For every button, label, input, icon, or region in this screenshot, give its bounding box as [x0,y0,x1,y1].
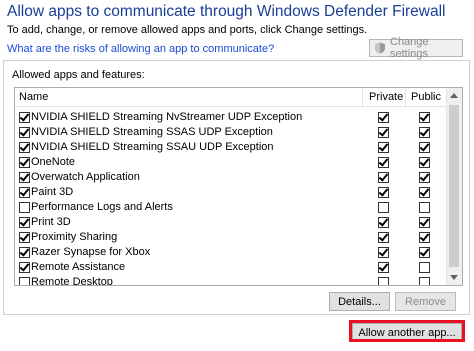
column-header-private[interactable]: Private [369,91,403,103]
private-checkbox[interactable] [378,127,389,138]
table-row[interactable]: NVIDIA SHIELD Streaming NvStreamer UDP E… [15,110,448,125]
table-row[interactable]: NVIDIA SHIELD Streaming SSAU UDP Excepti… [15,140,448,155]
public-checkbox[interactable] [419,202,430,213]
enabled-checkbox[interactable] [19,217,30,228]
app-name: Overwatch Application [31,171,140,183]
private-checkbox[interactable] [378,172,389,183]
public-checkbox[interactable] [419,142,430,153]
public-checkbox[interactable] [419,217,430,228]
page-title: Allow apps to communicate through Window… [7,3,446,20]
table-row[interactable]: Remote Desktop [15,275,448,286]
app-name: Paint 3D [31,186,74,198]
enabled-checkbox[interactable] [19,277,30,285]
table-row[interactable]: Proximity Sharing [15,230,448,245]
public-checkbox[interactable] [419,232,430,243]
table-row[interactable]: OneNote [15,155,448,170]
column-header-name[interactable]: Name [19,91,48,103]
remove-button[interactable]: Remove [395,292,456,311]
private-checkbox[interactable] [378,187,389,198]
enabled-checkbox[interactable] [19,187,30,198]
private-checkbox[interactable] [378,232,389,243]
app-name: NVIDIA SHIELD Streaming NvStreamer UDP E… [31,111,303,123]
allowed-apps-label: Allowed apps and features: [12,69,145,81]
private-checkbox[interactable] [378,142,389,153]
details-label: Details... [338,295,381,308]
enabled-checkbox[interactable] [19,127,30,138]
enabled-checkbox[interactable] [19,202,30,213]
app-name: Performance Logs and Alerts [31,201,173,213]
enabled-checkbox[interactable] [19,247,30,258]
enabled-checkbox[interactable] [19,142,30,153]
change-settings-label: Change settings [390,36,429,60]
enabled-checkbox[interactable] [19,232,30,243]
table-row[interactable]: Paint 3D [15,185,448,200]
scroll-up-arrow-icon[interactable] [450,93,458,98]
enabled-checkbox[interactable] [19,262,30,273]
app-name: Proximity Sharing [31,231,118,243]
allowed-apps-list[interactable]: Name Private Public NVIDIA SHIELD Stream… [14,87,463,286]
public-checkbox[interactable] [419,172,430,183]
table-row[interactable]: Overwatch Application [15,170,448,185]
public-checkbox[interactable] [419,157,430,168]
public-checkbox[interactable] [419,112,430,123]
enabled-checkbox[interactable] [19,112,30,123]
highlight-box [349,320,465,342]
enabled-checkbox[interactable] [19,172,30,183]
column-divider[interactable] [362,88,363,106]
app-name: OneNote [31,156,76,168]
column-divider[interactable] [405,88,406,106]
app-name: Remote Desktop [31,276,113,286]
page-subtitle: To add, change, or remove allowed apps a… [7,24,368,36]
column-header-public[interactable]: Public [411,91,441,103]
vertical-scrollbar[interactable] [446,88,462,285]
remove-label: Remove [405,295,446,308]
public-checkbox[interactable] [419,262,430,273]
public-checkbox[interactable] [419,127,430,138]
app-name: NVIDIA SHIELD Streaming SSAS UDP Excepti… [31,126,273,138]
app-name: NVIDIA SHIELD Streaming SSAU UDP Excepti… [31,141,274,153]
scrollbar-thumb[interactable] [449,105,459,267]
scroll-down-arrow-icon[interactable] [450,275,458,280]
public-checkbox[interactable] [419,247,430,258]
table-row[interactable]: Remote Assistance [15,260,448,275]
table-row[interactable]: Print 3D [15,215,448,230]
shield-icon [375,42,385,54]
risks-link[interactable]: What are the risks of allowing an app to… [7,43,274,55]
private-checkbox[interactable] [378,217,389,228]
public-checkbox[interactable] [419,277,430,285]
public-checkbox[interactable] [419,187,430,198]
table-row[interactable]: Performance Logs and Alerts [15,200,448,215]
app-name: Razer Synapse for Xbox [31,246,151,258]
app-name: Print 3D [31,216,71,228]
table-row[interactable]: NVIDIA SHIELD Streaming SSAS UDP Excepti… [15,125,448,140]
list-header: Name Private Public [15,88,448,107]
private-checkbox[interactable] [378,262,389,273]
private-checkbox[interactable] [378,247,389,258]
table-row[interactable]: Razer Synapse for Xbox [15,245,448,260]
private-checkbox[interactable] [378,112,389,123]
private-checkbox[interactable] [378,202,389,213]
private-checkbox[interactable] [378,277,389,285]
change-settings-button[interactable]: Change settings [369,36,463,60]
private-checkbox[interactable] [378,157,389,168]
details-button[interactable]: Details... [329,292,390,311]
app-name: Remote Assistance [31,261,126,273]
enabled-checkbox[interactable] [19,157,30,168]
